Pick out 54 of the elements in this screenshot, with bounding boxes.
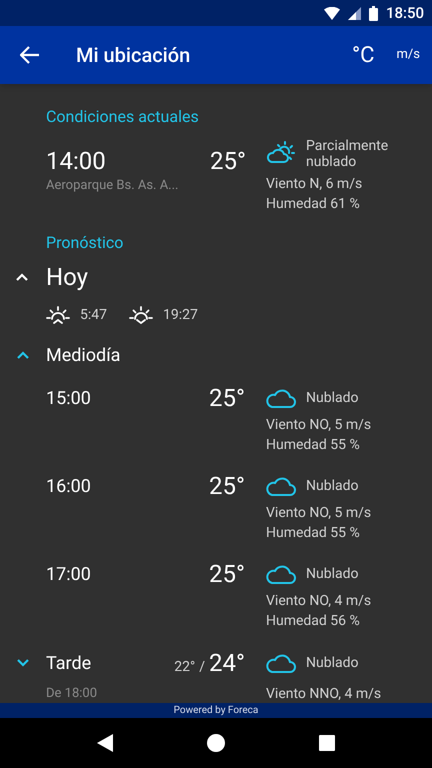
wind-text: Viento NNO, 4 m/s: [266, 685, 382, 703]
humidity-text: Humedad 61 %: [266, 195, 361, 214]
wind-text: Viento NO, 5 m/s: [266, 416, 372, 435]
expand-icon[interactable]: [16, 658, 30, 667]
signal-icon: [348, 6, 361, 20]
screen-title: Mi ubicación: [76, 42, 192, 69]
humidity-text: Humedad 55 %: [266, 436, 361, 455]
section-heading: Pronóstico: [46, 232, 124, 254]
battery-icon: [368, 6, 378, 20]
current-temperature: 25°: [209, 146, 246, 177]
humidity-text: Humedad 55 %: [266, 524, 361, 543]
period-subtitle: De 18:00: [46, 685, 98, 703]
wind-text: Viento N, 6 m/s: [266, 175, 364, 194]
condition-text: Nublado: [306, 388, 358, 408]
attribution-text: Powered by Foreca: [174, 704, 258, 718]
back-nav-icon[interactable]: [97, 734, 113, 752]
max-temperature: 24°: [209, 648, 245, 679]
humidity-text: Humedad 56 %: [266, 612, 361, 631]
temperature-unit-button[interactable]: °C: [352, 38, 375, 72]
cloud-icon: [266, 652, 296, 674]
condition-text: Nublado: [306, 476, 358, 496]
sunrise-time: 5:47: [80, 306, 107, 324]
sunrise-icon: [46, 305, 70, 325]
cloud-icon: [266, 475, 296, 497]
wind-text: Viento NO, 5 m/s: [266, 504, 372, 523]
hour-time: 16:00: [46, 474, 92, 498]
hour-time: 17:00: [46, 562, 92, 586]
day-label[interactable]: Hoy: [46, 259, 88, 295]
hour-temperature: 25°: [208, 471, 245, 502]
condition-text: Nublado: [306, 564, 358, 584]
min-temperature: 22°: [174, 658, 196, 677]
partly-cloudy-icon: [266, 140, 296, 166]
hour-temperature: 25°: [208, 383, 245, 414]
wind-unit-button[interactable]: m/s: [396, 45, 420, 65]
separator-text: /: [199, 658, 206, 677]
condition-text: Parcialmente nublado: [306, 138, 390, 170]
period-label[interactable]: Mediodía: [46, 342, 156, 368]
hour-time: 15:00: [46, 386, 92, 410]
cloud-icon: [266, 563, 296, 585]
sunset-time: 19:27: [163, 306, 198, 324]
back-arrow-icon: [20, 46, 40, 64]
sunset-icon: [129, 305, 153, 325]
period-label[interactable]: Tarde: [46, 650, 156, 676]
wind-text: Viento NO, 4 m/s: [266, 592, 372, 611]
clock-text: 18:50: [386, 2, 424, 24]
condition-text: Nublado: [306, 654, 358, 672]
observation-time: 14:00: [46, 146, 107, 176]
wifi-icon: [324, 6, 340, 20]
section-heading: Condiciones actuales: [46, 106, 200, 128]
hour-temperature: 25°: [208, 559, 245, 590]
collapse-icon[interactable]: [16, 350, 30, 359]
home-nav-icon[interactable]: [207, 734, 225, 752]
cloud-icon: [266, 387, 296, 409]
station-name: Aeroparque Bs. As. A...: [46, 177, 180, 195]
